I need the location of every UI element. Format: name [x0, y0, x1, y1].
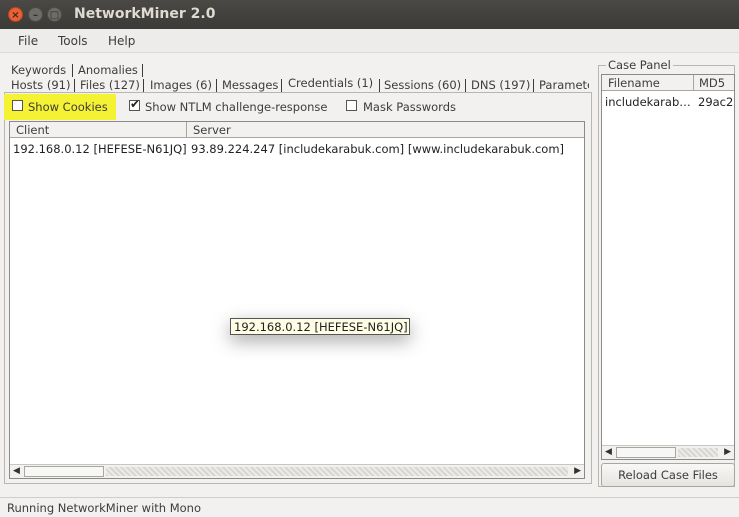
case-row-md5[interactable]: 29ac2 — [698, 95, 733, 109]
column-client[interactable]: Client — [16, 123, 49, 137]
status-text: Running NetworkMiner with Mono — [7, 501, 201, 515]
case-panel-title: Case Panel — [606, 58, 673, 72]
tab-hosts[interactable]: Hosts (91) — [11, 78, 70, 92]
show-ntlm-checkbox[interactable]: ✔ — [129, 97, 141, 111]
show-cookies-label: Show Cookies — [28, 100, 108, 114]
case-horizontal-scrollbar[interactable]: ◀ ▶ — [602, 445, 734, 459]
column-separator[interactable] — [693, 75, 694, 91]
tab-dns[interactable]: DNS (197) — [471, 78, 530, 92]
scroll-track[interactable] — [106, 467, 568, 476]
show-cookies-checkbox[interactable] — [12, 100, 23, 111]
horizontal-scrollbar[interactable]: ◀ ▶ — [10, 464, 584, 478]
tab-separator — [216, 79, 217, 92]
tab-separator — [379, 79, 380, 92]
tab-separator — [74, 79, 75, 92]
tab-sessions[interactable]: Sessions (60) — [384, 78, 461, 92]
scroll-right-icon[interactable]: ▶ — [574, 466, 581, 476]
menu-help[interactable]: Help — [108, 34, 135, 48]
case-table-header: Filename MD5 — [602, 75, 734, 91]
tab-files[interactable]: Files (127) — [80, 78, 140, 92]
column-separator[interactable] — [186, 122, 187, 138]
menu-tools[interactable]: Tools — [58, 34, 88, 48]
tab-credentials[interactable]: Credentials (1) — [288, 76, 374, 90]
credentials-table: Client Server 192.168.0.12 [HEFESE-N61JQ… — [9, 121, 585, 479]
mask-passwords-checkbox[interactable] — [346, 100, 357, 111]
window-title: NetworkMiner 2.0 — [74, 6, 216, 22]
minimize-icon[interactable]: – — [28, 7, 43, 22]
case-files-table: Filename MD5 includekarab… 29ac2 ◀ ▶ — [601, 74, 735, 460]
row-server-cell[interactable]: 93.89.224.247 [includekarabuk.com] [www.… — [191, 142, 564, 156]
column-filename[interactable]: Filename — [608, 76, 660, 90]
table-header: Client Server — [10, 122, 584, 138]
maximize-icon[interactable]: □ — [47, 7, 62, 22]
mask-passwords-label: Mask Passwords — [363, 100, 456, 114]
tab-anomalies[interactable]: Anomalies — [78, 63, 138, 77]
status-bar: Running NetworkMiner with Mono — [0, 497, 739, 517]
column-md5[interactable]: MD5 — [699, 76, 725, 90]
tab-separator — [533, 79, 534, 92]
tab-separator — [281, 79, 282, 92]
menu-file[interactable]: File — [18, 34, 38, 48]
tab-messages[interactable]: Messages — [222, 78, 278, 92]
scroll-left-icon[interactable]: ◀ — [13, 466, 20, 476]
column-server[interactable]: Server — [193, 123, 231, 137]
tab-separator — [142, 64, 143, 77]
tab-parameters[interactable]: Paramete — [539, 78, 589, 92]
show-ntlm-label: Show NTLM challenge-response — [145, 100, 328, 114]
scroll-right-icon[interactable]: ▶ — [724, 447, 731, 457]
title-bar: × – □ NetworkMiner 2.0 — [0, 0, 739, 29]
scroll-track[interactable] — [678, 448, 718, 457]
tab-keywords[interactable]: Keywords — [11, 63, 66, 77]
tab-images[interactable]: Images (6) — [150, 78, 212, 92]
tab-separator — [72, 64, 73, 77]
reload-case-files-button[interactable]: Reload Case Files — [601, 463, 735, 487]
close-icon[interactable]: × — [8, 7, 23, 22]
checkmark-icon: ✔ — [130, 97, 141, 111]
row-client-cell[interactable]: 192.168.0.12 [HEFESE-N61JQ] — [13, 142, 187, 156]
scroll-thumb[interactable] — [24, 466, 104, 477]
tab-separator — [465, 79, 466, 92]
tooltip: 192.168.0.12 [HEFESE-N61JQ] — [230, 318, 410, 335]
menu-bar: File Tools Help — [0, 29, 739, 53]
scroll-left-icon[interactable]: ◀ — [605, 447, 612, 457]
scroll-thumb[interactable] — [616, 447, 676, 458]
tab-separator — [143, 79, 144, 92]
case-row-filename[interactable]: includekarab… — [605, 95, 691, 109]
